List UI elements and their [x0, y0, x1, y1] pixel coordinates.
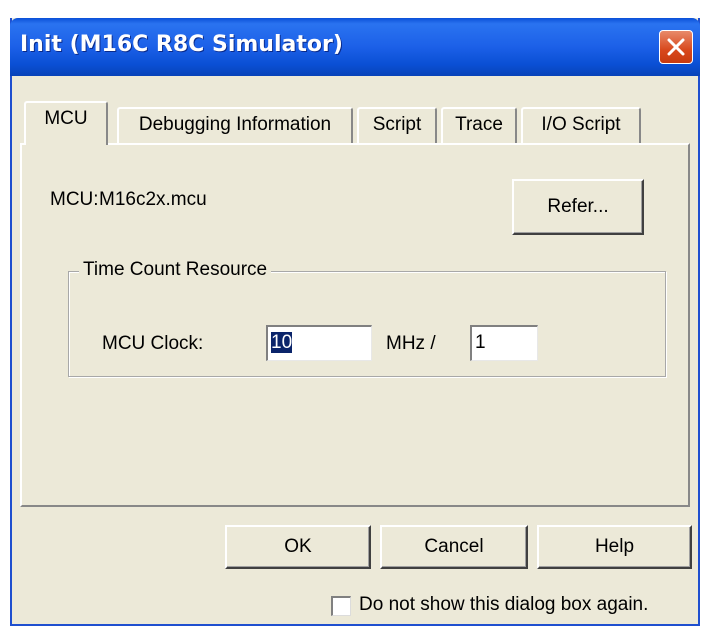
- cancel-button[interactable]: Cancel: [380, 525, 528, 569]
- ok-button[interactable]: OK: [225, 525, 371, 569]
- tab-mcu-label: MCU: [44, 108, 88, 129]
- close-icon: [667, 38, 685, 56]
- time-count-resource-title: Time Count Resource: [79, 259, 272, 281]
- tab-mcu[interactable]: MCU: [24, 101, 108, 145]
- mcu-file-value: M16c2x.mcu: [99, 189, 207, 210]
- dont-show-again-checkbox[interactable]: [331, 596, 351, 616]
- mcu-tab-panel: MCU: M16c2x.mcu Refer... Time Count Reso…: [20, 143, 690, 507]
- tab-io-script[interactable]: I/O Script: [521, 107, 641, 145]
- help-button[interactable]: Help: [537, 525, 692, 569]
- clock-divider-value: 1: [475, 332, 486, 353]
- tab-script[interactable]: Script: [357, 107, 437, 145]
- help-button-label: Help: [594, 536, 635, 557]
- cancel-button-label: Cancel: [424, 536, 484, 557]
- mcu-label: MCU:: [50, 189, 99, 210]
- mcu-clock-label: MCU Clock:: [102, 333, 204, 354]
- tab-trace[interactable]: Trace: [441, 107, 517, 145]
- init-dialog: Init (M16C R8C Simulator) MCU Debugging …: [10, 18, 700, 626]
- close-button[interactable]: [659, 30, 693, 64]
- tab-debugging-information-label: Debugging Information: [138, 114, 332, 135]
- dialog-title: Init (M16C R8C Simulator): [20, 32, 343, 57]
- tab-script-label: Script: [372, 114, 422, 135]
- title-bar[interactable]: Init (M16C R8C Simulator): [10, 18, 700, 76]
- refer-button[interactable]: Refer...: [512, 179, 644, 235]
- clock-divider-input[interactable]: 1: [470, 325, 538, 361]
- time-count-resource-group: Time Count Resource: [68, 259, 666, 377]
- mcu-clock-input[interactable]: 10: [266, 325, 372, 361]
- mhz-divider-label: MHz /: [386, 333, 436, 354]
- refer-button-label: Refer...: [547, 196, 609, 217]
- ok-button-label: OK: [284, 536, 312, 557]
- mcu-clock-value: 10: [271, 332, 293, 353]
- dont-show-again-label[interactable]: Do not show this dialog box again.: [359, 594, 648, 616]
- tab-debugging-information[interactable]: Debugging Information: [117, 107, 353, 145]
- tab-trace-label: Trace: [455, 114, 503, 135]
- tab-io-script-label: I/O Script: [541, 114, 621, 135]
